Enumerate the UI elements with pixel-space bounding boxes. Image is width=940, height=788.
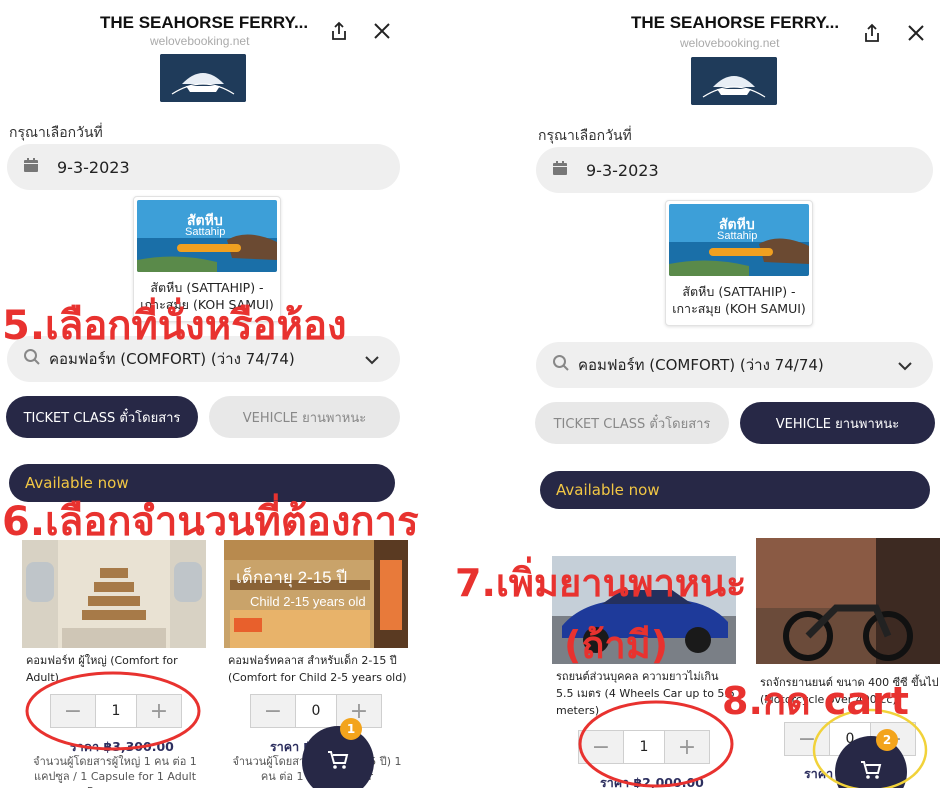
child-age-overlay-en: Child 2-15 years old [250, 594, 366, 609]
cabin-class-select[interactable]: คอมฟอร์ท (COMFORT) (ว่าง 74/74) [536, 342, 933, 388]
motorcycle-photo [756, 538, 940, 664]
date-label: กรุณาเลือกวันที่ [538, 128, 632, 144]
route-name-line1: สัตหีบ (SATTAHIP) - [682, 284, 796, 299]
route-name-line2: เกาะสมุย (KOH SAMUI) [672, 301, 806, 316]
annotation-circle [25, 671, 201, 751]
tab-ticket-class[interactable]: TICKET CLASS ตั๋วโดยสาร [6, 396, 198, 438]
close-icon[interactable] [369, 18, 395, 44]
annotation-step6: 6.เลือกจำนวนที่ต้องการ [2, 499, 419, 545]
share-icon[interactable] [859, 20, 885, 46]
ticket-description: จำนวนผู้โดยสารผู้ใหญ่ 1 คน ต่อ 1 แคปซูล … [33, 755, 197, 788]
decrease-button[interactable]: − [251, 695, 295, 727]
cart-icon [327, 750, 349, 774]
quantity-value[interactable]: 0 [295, 695, 337, 727]
calendar-icon [552, 160, 568, 180]
annotation-step7: 7.เพิ่มยานพาหนะ [455, 561, 747, 605]
date-label: กรุณาเลือกวันที่ [9, 125, 103, 141]
date-picker[interactable]: 9-3-2023 [7, 144, 400, 190]
annotation-step5: 5.เลือกที่นั่งหรือห้อง [2, 303, 347, 349]
capsule-photo [22, 540, 206, 648]
chevron-down-icon [364, 351, 380, 370]
annotation-circle [578, 700, 734, 788]
close-icon[interactable] [903, 20, 929, 46]
child-cabin-photo: เด็กอายุ 2-15 ปี Child 2-15 years old [224, 540, 408, 648]
share-icon[interactable] [326, 18, 352, 44]
cart-count-badge: 1 [340, 718, 362, 740]
tab-ticket-class[interactable]: TICKET CLASS ตั๋วโดยสาร [535, 402, 729, 444]
page-title: THE SEAHORSE FERRY... [100, 13, 309, 32]
available-now-banner: Available now [540, 471, 930, 509]
cabin-class-value: คอมฟอร์ท (COMFORT) (ว่าง 74/74) [578, 356, 824, 374]
route-image-subtitle: Sattahip [185, 226, 226, 238]
route-image-subtitle: Sattahip [717, 230, 758, 242]
site-domain: welovebooking.net [150, 34, 250, 48]
route-image: สัตหีบ Sattahip [669, 204, 809, 276]
date-value: 9-3-2023 [586, 160, 659, 180]
annotation-step8: 8.กด cart [722, 679, 909, 723]
ticket-name: คอมฟอร์ทคลาส สำหรับเด็ก 2-15 ปี (Comfort… [228, 654, 407, 684]
ferry-logo [691, 57, 777, 105]
route-image: สัตหีบ Sattahip [137, 200, 277, 272]
tab-vehicle[interactable]: VEHICLE ยานพาหนะ [740, 402, 935, 444]
page-title: THE SEAHORSE FERRY... [631, 13, 840, 32]
ferry-logo [160, 54, 246, 102]
tab-vehicle[interactable]: VEHICLE ยานพาหนะ [209, 396, 400, 438]
chevron-down-icon [897, 357, 913, 376]
route-name: สัตหีบ (SATTAHIP) - เกาะสมุย (KOH SAMUI) [666, 283, 812, 317]
route-card[interactable]: สัตหีบ Sattahip สัตหีบ (SATTAHIP) - เกาะ… [665, 200, 813, 326]
date-picker[interactable]: 9-3-2023 [536, 147, 933, 193]
calendar-icon [23, 157, 39, 177]
date-value: 9-3-2023 [57, 157, 130, 177]
quantity-stepper: − 0 + [250, 694, 382, 728]
annotation-step7-note: (ถ้ามี) [564, 623, 669, 667]
search-icon [552, 354, 570, 376]
site-domain: welovebooking.net [680, 36, 780, 50]
route-name-line1: สัตหีบ (SATTAHIP) - [150, 280, 264, 295]
left-booking-screen: THE SEAHORSE FERRY... welovebooking.net … [0, 0, 470, 788]
cart-button[interactable] [302, 726, 374, 788]
child-age-overlay: เด็กอายุ 2-15 ปี [236, 568, 348, 587]
